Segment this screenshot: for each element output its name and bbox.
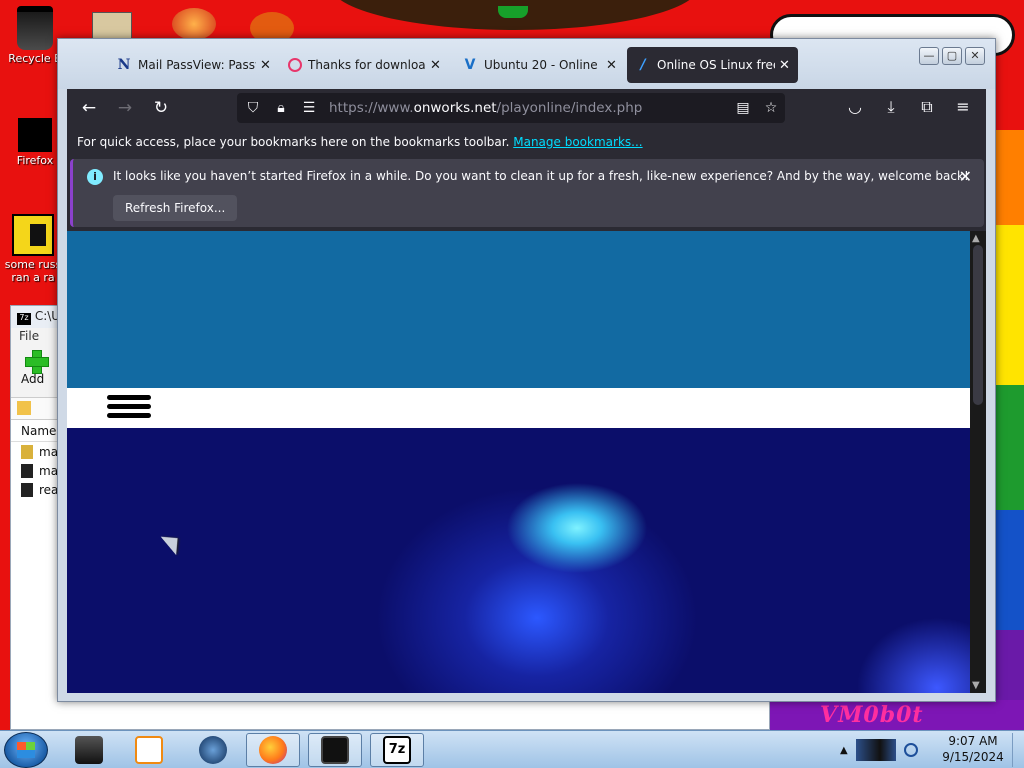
scroll-down-icon[interactable]: ▼ <box>972 680 980 691</box>
info-icon: i <box>87 169 103 185</box>
taskbar-app[interactable] <box>62 733 116 767</box>
url-prefix: https://www. <box>329 100 414 116</box>
downloads-icon[interactable]: ⤓ <box>879 97 903 117</box>
url-text[interactable]: https://www.onworks.net/playonline/index… <box>329 100 642 116</box>
favicon-icon: / <box>640 57 646 73</box>
close-tab-icon[interactable]: ✕ <box>260 58 271 73</box>
minimize-button[interactable]: — <box>919 47 939 65</box>
taskbar-7zip[interactable]: 7z <box>370 733 424 767</box>
url-domain: onworks.net <box>413 100 497 116</box>
favicon-icon: V <box>464 57 476 73</box>
terminal-icon <box>321 736 349 764</box>
bookmark-star-icon[interactable]: ☆ <box>757 100 785 116</box>
clock-time: 9:07 AM <box>948 734 998 748</box>
taskbar: 7z ▲ 9:07 AM 9/15/2024 <box>0 730 1024 768</box>
system-tray: ▲ <box>840 739 918 761</box>
maximize-button[interactable]: ▢ <box>942 47 962 65</box>
page-header-banner <box>67 231 970 388</box>
clock-date: 9/15/2024 <box>942 750 1004 764</box>
tab-title: Thanks for download <box>308 58 426 72</box>
wallpaper-shape <box>498 6 528 18</box>
tab-mail-passview[interactable]: N Mail PassView: Passw ✕ <box>108 47 279 83</box>
firefox-icon <box>259 736 287 764</box>
folder-icon[interactable] <box>92 12 132 40</box>
recycle-bin-icon <box>17 6 53 50</box>
notification-message: It looks like you haven’t started Firefo… <box>113 169 969 183</box>
close-window-button[interactable]: ✕ <box>965 47 985 65</box>
tab-thanks-download[interactable]: Thanks for download ✕ <box>280 47 449 83</box>
page-menubar <box>67 388 970 428</box>
clock[interactable]: 9:07 AM 9/15/2024 <box>938 733 1008 765</box>
tab-title: Online OS Linux free v <box>657 58 775 72</box>
close-tab-icon[interactable]: ✕ <box>430 58 441 73</box>
plus-icon <box>25 350 49 374</box>
show-hidden-icons-icon[interactable]: ▲ <box>840 745 848 756</box>
scrollbar[interactable]: ▲ ▼ <box>970 231 986 693</box>
7zip-icon: 7z <box>383 736 411 764</box>
media-player-icon <box>135 736 163 764</box>
url-path: /playonline/index.php <box>496 100 643 116</box>
reader-view-icon[interactable]: ▤ <box>729 100 757 116</box>
file-icon <box>21 444 33 459</box>
document-shortcut-label-2: ran a ra <box>11 271 55 284</box>
back-button[interactable]: ← <box>71 98 107 118</box>
tab-ubuntu-online[interactable]: V Ubuntu 20 - Online in ✕ <box>454 47 625 83</box>
close-tab-icon[interactable]: ✕ <box>779 58 790 73</box>
document-shortcut-label-1: some russ <box>4 258 62 271</box>
extensions-icon[interactable]: ⧉ <box>915 97 939 117</box>
lock-icon[interactable]: 🔒︎ <box>267 100 295 116</box>
firefox-icon <box>18 118 52 152</box>
file-icon <box>21 463 33 478</box>
navigation-toolbar: ← → ↻ ⛉ 🔒︎ ☰ https://www.onworks.net/pla… <box>67 89 986 127</box>
app-icon[interactable] <box>172 8 216 40</box>
favicon-icon <box>288 58 302 72</box>
taskbar-app[interactable] <box>308 733 362 767</box>
refresh-firefox-button[interactable]: Refresh Firefox... <box>113 195 238 221</box>
add-label: Add <box>21 372 45 386</box>
favicon-icon: N <box>117 57 131 73</box>
tab-strip[interactable]: N Mail PassView: Passw ✕ Thanks for down… <box>58 39 995 89</box>
file-icon <box>21 482 33 497</box>
wallpaper-text: VM0b0t <box>820 702 924 728</box>
show-desktop-button[interactable] <box>1012 733 1022 767</box>
desktop-background-image <box>67 428 970 693</box>
7zip-icon: 7z <box>17 313 31 325</box>
shield-icon[interactable]: ⛉ <box>239 100 267 116</box>
bookmarks-toolbar: For quick access, place your bookmarks h… <box>67 127 986 155</box>
start-button[interactable] <box>4 732 48 768</box>
taskbar-media-player[interactable] <box>122 733 176 767</box>
scroll-up-icon[interactable]: ▲ <box>972 233 980 244</box>
scrollbar-thumb[interactable] <box>973 245 983 405</box>
document-icon <box>12 214 54 256</box>
app-icon <box>75 736 103 764</box>
bookmarks-hint: For quick access, place your bookmarks h… <box>77 135 510 149</box>
globe-icon <box>199 736 227 764</box>
reload-button[interactable]: ↻ <box>143 98 179 118</box>
add-button[interactable]: Add <box>17 350 57 386</box>
firefox-window[interactable]: N Mail PassView: Passw ✕ Thanks for down… <box>57 38 996 702</box>
close-tab-icon[interactable]: ✕ <box>606 58 617 73</box>
permissions-icon[interactable]: ☰ <box>295 100 323 116</box>
windows-logo-icon <box>17 742 35 758</box>
hamburger-menu-icon[interactable] <box>107 392 151 424</box>
menu-icon[interactable]: ≡ <box>951 97 975 116</box>
tab-title: Mail PassView: Passw <box>138 58 256 72</box>
close-notification-icon[interactable]: ✕ <box>959 167 972 186</box>
document-shortcut[interactable]: some russ ran a ra <box>2 214 64 284</box>
page-content[interactable]: ▲ ▼ <box>67 231 986 693</box>
url-bar[interactable]: ⛉ 🔒︎ ☰ https://www.onworks.net/playonlin… <box>237 93 785 123</box>
taskbar-firefox[interactable] <box>246 733 300 767</box>
up-folder-icon[interactable] <box>17 401 31 415</box>
tab-title: Ubuntu 20 - Online in <box>484 58 602 72</box>
notification-box: i It looks like you haven’t started Fire… <box>70 159 984 227</box>
tab-online-os-linux[interactable]: / Online OS Linux free v ✕ <box>627 47 798 83</box>
pocket-icon[interactable]: ◡ <box>843 97 867 116</box>
taskbar-app[interactable] <box>186 733 240 767</box>
volume-icon[interactable] <box>903 743 918 757</box>
network-icon[interactable] <box>855 739 896 761</box>
notification-bar: i It looks like you haven’t started Fire… <box>67 155 986 231</box>
manage-bookmarks-link[interactable]: Manage bookmarks... <box>513 135 642 149</box>
menu-file[interactable]: File <box>19 329 39 343</box>
forward-button[interactable]: → <box>107 98 143 118</box>
